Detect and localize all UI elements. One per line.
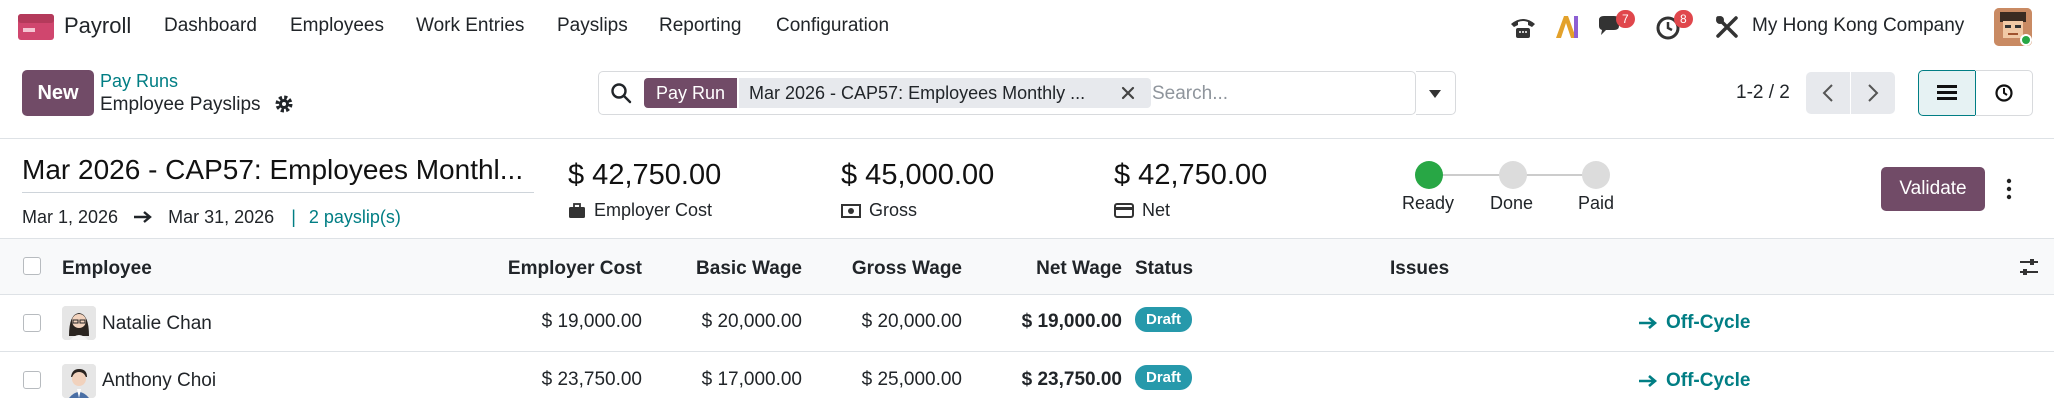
pay-run-name[interactable]: Mar 2026 - CAP57: Employees Monthl...	[22, 154, 523, 186]
kpi-net: Net	[1114, 200, 1170, 221]
name-field-underline	[22, 192, 534, 193]
briefcase-icon	[569, 202, 585, 218]
kpi-gross-value: $ 45,000.00	[841, 159, 995, 191]
basic-wage-cell: $ 17,000.00	[701, 369, 802, 390]
column-net-wage[interactable]: Net Wage	[1036, 258, 1122, 280]
gear-icon[interactable]	[274, 94, 294, 114]
step-paid-label: Paid	[1578, 193, 1615, 213]
table-header	[0, 238, 2054, 295]
company-switcher[interactable]: My Hong Kong Company	[1752, 15, 1964, 37]
payslip-count-link[interactable]: 2 payslip(s)	[309, 207, 401, 227]
employee-name[interactable]: Anthony Choi	[102, 370, 216, 392]
caret-down-icon	[1429, 90, 1441, 98]
step-ready-dot	[1415, 161, 1443, 189]
net-wage-cell: $ 19,000.00	[1021, 311, 1122, 332]
validate-button[interactable]: Validate	[1881, 167, 1985, 211]
search-facet-label: Pay Run	[644, 78, 738, 108]
search-facet-text: Mar 2026 - CAP57: Employees Monthly ...	[749, 83, 1086, 103]
gross-wage-cell: $ 20,000.00	[861, 311, 962, 332]
chevron-right-icon	[1868, 84, 1879, 102]
page-title: Employee Payslips	[100, 94, 261, 115]
employee-avatar	[62, 364, 96, 398]
optional-columns-icon[interactable]	[2018, 256, 2040, 278]
employee-name[interactable]: Natalie Chan	[102, 313, 212, 335]
net-wage-cell: $ 23,750.00	[1021, 369, 1122, 390]
list-view-button[interactable]	[1918, 70, 1976, 116]
activity-view-button[interactable]	[1975, 70, 2033, 116]
menu-reporting[interactable]: Reporting	[659, 15, 741, 37]
arrow-right-icon	[1639, 317, 1658, 329]
kpi-net-value: $ 42,750.00	[1114, 159, 1268, 191]
close-icon[interactable]	[1120, 85, 1136, 101]
list-icon	[1937, 85, 1957, 100]
column-employer-cost[interactable]: Employer Cost	[508, 258, 642, 280]
ai-icon[interactable]	[1552, 12, 1582, 42]
search-input[interactable]	[1152, 80, 1402, 108]
off-cycle-label: Off-Cycle	[1666, 312, 1751, 333]
activity-count-badge: 8	[1674, 10, 1693, 28]
menu-configuration[interactable]: Configuration	[776, 15, 889, 37]
column-gross-wage[interactable]: Gross Wage	[852, 258, 962, 280]
off-cycle-button[interactable]: Off-Cycle	[1638, 370, 1750, 392]
money-icon	[841, 203, 861, 218]
basic-wage-cell: $ 20,000.00	[701, 311, 802, 332]
date-separator: |	[291, 207, 296, 227]
employer-cost-cell: $ 23,750.00	[541, 369, 642, 390]
step-ready-label: Ready	[1402, 193, 1455, 213]
menu-employees[interactable]: Employees	[290, 15, 384, 37]
arrow-right-icon	[134, 211, 152, 223]
pay-run-period: Mar 1, 2026 Mar 31, 2026 | 2 payslip(s)	[22, 207, 401, 228]
employee-avatar	[62, 306, 96, 340]
date-start[interactable]: Mar 1, 2026	[22, 207, 118, 227]
pager-previous-button[interactable]	[1806, 72, 1850, 114]
breadcrumb-pay-runs[interactable]: Pay Runs	[100, 71, 178, 92]
divider	[0, 138, 2054, 139]
app-name[interactable]: Payroll	[64, 13, 131, 39]
payroll-app-icon[interactable]	[18, 14, 54, 40]
menu-payslips[interactable]: Payslips	[557, 15, 628, 37]
row-checkbox[interactable]	[23, 314, 41, 332]
clock-icon	[1994, 84, 2013, 102]
column-issues[interactable]: Issues	[1390, 258, 1449, 280]
pager-next-button[interactable]	[1851, 72, 1895, 114]
arrow-right-icon	[1639, 375, 1658, 387]
kpi-employer-cost: Employer Cost	[568, 200, 712, 221]
column-status[interactable]: Status	[1135, 258, 1193, 280]
kpi-employer-cost-label: Employer Cost	[594, 200, 713, 220]
search-options-toggle[interactable]	[1416, 71, 1456, 115]
pager-value[interactable]: 1-2 / 2	[1736, 82, 1790, 104]
tools-icon[interactable]	[1712, 12, 1742, 42]
search-facet-value: Mar 2026 - CAP57: Employees Monthly ...	[739, 78, 1151, 108]
new-button[interactable]: New	[22, 70, 94, 116]
top-navbar: Payroll Dashboard Employees Work Entries…	[0, 0, 2054, 54]
kpi-gross-label: Gross	[869, 200, 918, 220]
chevron-left-icon	[1822, 84, 1833, 102]
step-done-dot	[1499, 161, 1527, 189]
kpi-net-label: Net	[1142, 200, 1171, 220]
status-badge: Draft	[1135, 307, 1193, 332]
status-badge: Draft	[1135, 365, 1193, 390]
credit-card-icon	[1114, 203, 1134, 218]
off-cycle-button[interactable]: Off-Cycle	[1638, 312, 1750, 334]
kpi-employer-cost-value: $ 42,750.00	[568, 159, 722, 191]
employer-cost-cell: $ 19,000.00	[541, 311, 642, 332]
menu-dashboard[interactable]: Dashboard	[164, 15, 257, 37]
step-done-label: Done	[1490, 193, 1534, 213]
date-end[interactable]: Mar 31, 2026	[168, 207, 274, 227]
column-basic-wage[interactable]: Basic Wage	[696, 258, 802, 280]
off-cycle-label: Off-Cycle	[1666, 370, 1751, 391]
more-options-icon[interactable]	[2004, 175, 2014, 203]
select-all-checkbox[interactable]	[23, 257, 41, 275]
gross-wage-cell: $ 25,000.00	[861, 369, 962, 390]
row-checkbox[interactable]	[23, 371, 41, 389]
search-icon[interactable]	[610, 82, 632, 104]
kpi-gross: Gross	[841, 200, 917, 221]
menu-work-entries[interactable]: Work Entries	[416, 15, 524, 37]
column-employee[interactable]: Employee	[62, 258, 152, 280]
step-paid-dot	[1582, 161, 1610, 189]
chat-count-badge: 7	[1616, 10, 1635, 28]
phone-icon[interactable]	[1508, 12, 1538, 42]
user-avatar[interactable]	[1994, 8, 2032, 46]
